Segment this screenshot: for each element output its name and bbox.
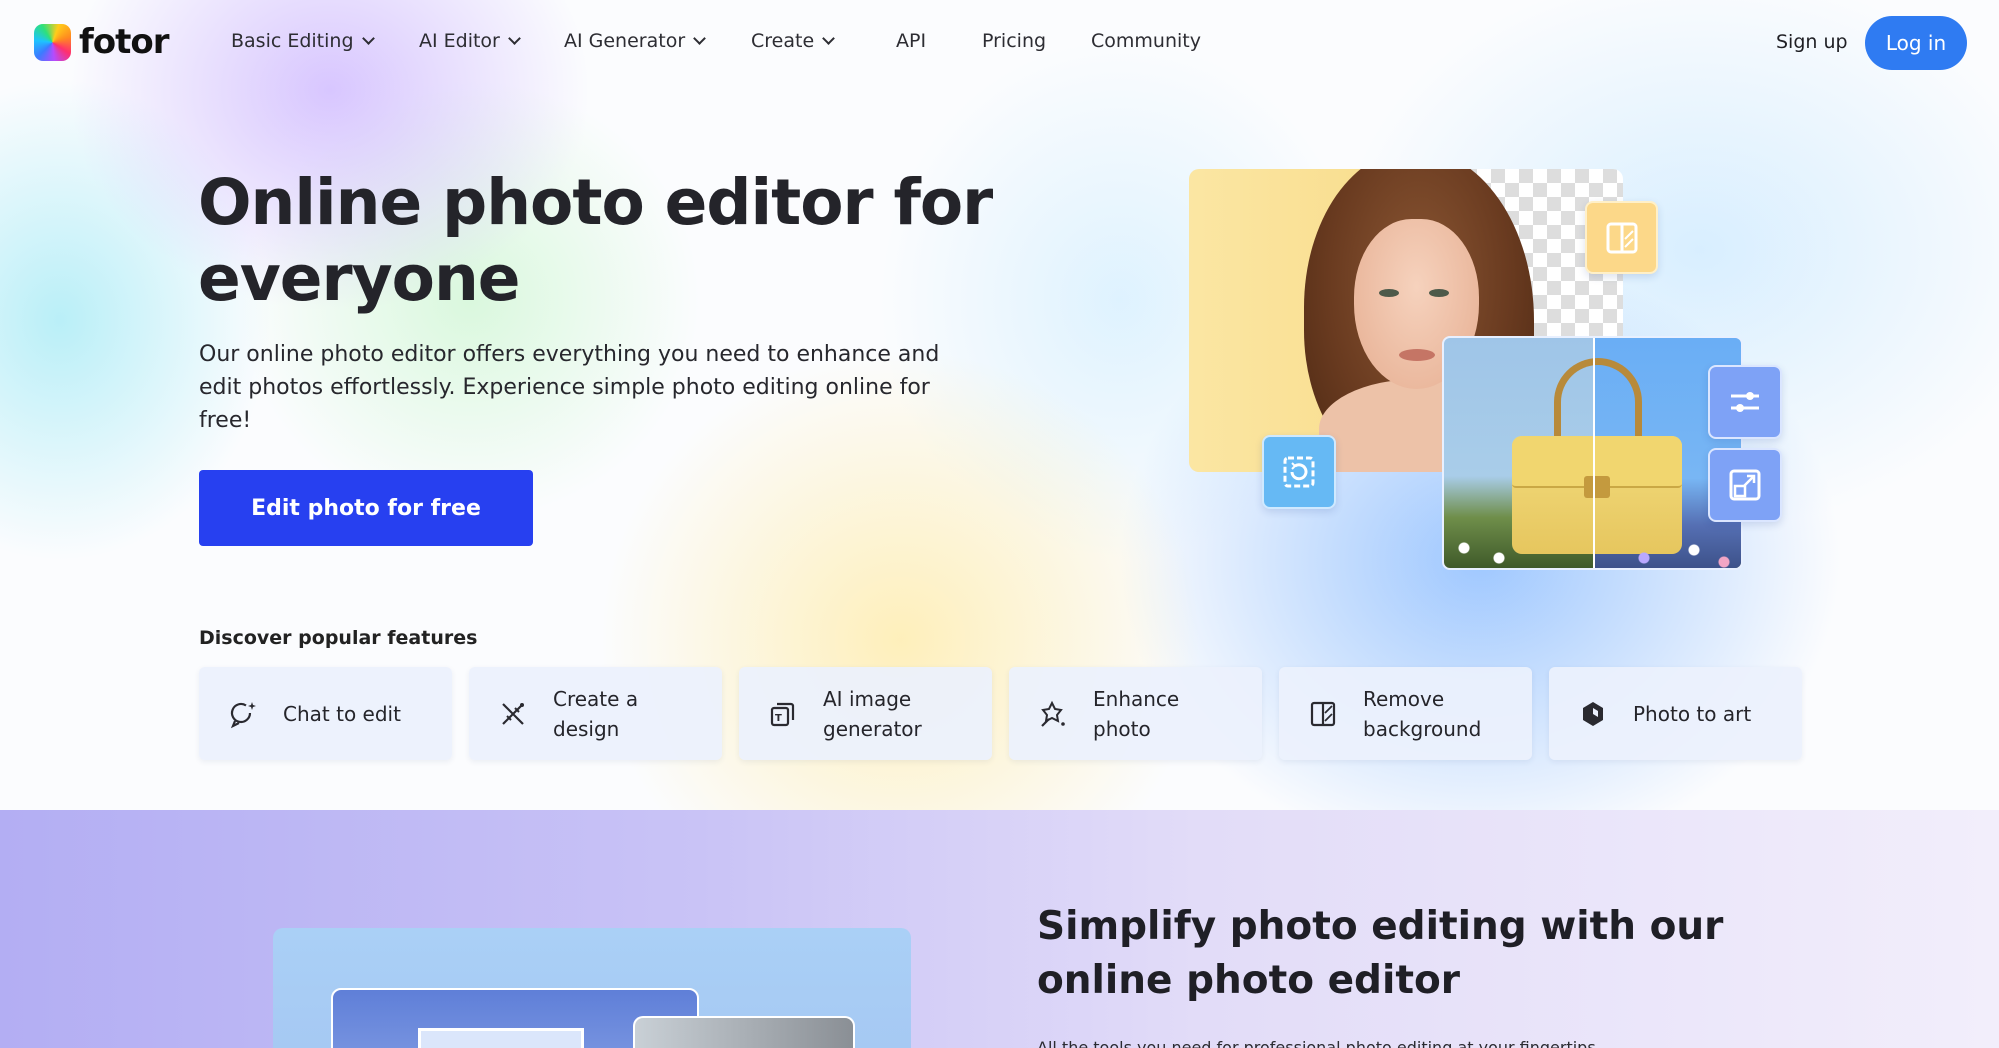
nav-item-label: API [896, 30, 927, 52]
logo-text: fotor [79, 22, 170, 62]
logo-mark-icon [34, 23, 71, 61]
feature-label: Create a design [553, 686, 639, 741]
feature-card-ai-image-generator[interactable]: T AI image generator [739, 667, 992, 760]
remove-background-icon [1307, 698, 1339, 730]
chevron-down-icon [693, 32, 706, 45]
simplify-section: Simplify photo editing with our online p… [0, 810, 1999, 1048]
chevron-down-icon [508, 32, 521, 45]
nav-item-label: Community [1091, 30, 1201, 52]
compare-split-line [1593, 338, 1595, 568]
chevron-down-icon [361, 32, 375, 45]
nav-item-pricing[interactable]: Pricing [982, 30, 1046, 52]
nav-item-label: AI Editor [419, 30, 500, 52]
nav-item-api[interactable]: API [896, 30, 926, 52]
feature-card-chat-to-edit[interactable]: Chat to edit [199, 667, 452, 760]
edit-photo-for-free-button[interactable]: Edit photo for free [199, 470, 533, 546]
page: fotor Basic Editing AI Editor AI Generat… [0, 0, 1999, 1048]
discover-features-heading: Discover popular features [199, 627, 478, 649]
section-title: Simplify photo editing with our online p… [1037, 904, 1724, 1003]
log-in-button[interactable]: Log in [1865, 16, 1967, 70]
feature-card-create-a-design[interactable]: Create a design [469, 667, 722, 760]
nav-item-label: Create [751, 30, 815, 52]
nav-item-ai-generator[interactable]: AI Generator [564, 30, 706, 52]
nav-item-label: Basic Editing [231, 30, 354, 52]
magic-enhance-icon [1037, 698, 1069, 730]
nav-item-create[interactable]: Create [751, 30, 836, 52]
rotate-crop-icon [1262, 435, 1336, 509]
feature-label: AI image generator [823, 686, 922, 741]
feature-card-photo-to-art[interactable]: Photo to art [1549, 667, 1802, 760]
nav-item-community[interactable]: Community [1091, 30, 1201, 52]
feature-label: Enhance photo [1093, 686, 1180, 741]
feature-card-enhance-photo[interactable]: Enhance photo [1009, 667, 1262, 760]
chevron-down-icon [822, 32, 836, 45]
portrait-lips [1399, 349, 1435, 361]
editor-preview-card [273, 928, 911, 1048]
editor-preview-thumbnail [418, 1028, 584, 1048]
compare-icon [1585, 201, 1658, 274]
section-subtitle: All the tools you need for professional … [1037, 1038, 1596, 1048]
adjust-sliders-icon [1708, 365, 1782, 439]
fotor-logo[interactable]: fotor [34, 22, 170, 62]
editor-preview-photo [633, 1016, 855, 1048]
resize-icon [1708, 448, 1782, 522]
portrait-eye [1429, 289, 1449, 297]
nav-item-ai-editor[interactable]: AI Editor [419, 30, 521, 52]
svg-text:T: T [775, 713, 782, 724]
photo-to-art-icon [1577, 698, 1609, 730]
design-tools-icon [497, 698, 529, 730]
feature-label: Photo to art [1633, 701, 1752, 726]
hero-title: Online photo editor for everyone [198, 166, 993, 315]
feature-cards: Chat to edit Create a design T AI image … [199, 667, 1802, 761]
feature-label: Remove background [1363, 686, 1482, 741]
ai-image-icon: T [767, 698, 799, 730]
portrait-eye [1379, 289, 1399, 297]
top-nav: fotor Basic Editing AI Editor AI Generat… [0, 0, 1999, 86]
chat-sparkle-icon [227, 698, 259, 730]
sign-up-link[interactable]: Sign up [1776, 31, 1848, 53]
feature-card-remove-background[interactable]: Remove background [1279, 667, 1532, 760]
hero-section: fotor Basic Editing AI Editor AI Generat… [0, 0, 1999, 810]
bag-clasp [1584, 476, 1610, 498]
nav-item-label: AI Generator [564, 30, 686, 52]
nav-item-basic-editing[interactable]: Basic Editing [231, 30, 375, 52]
hero-description: Our online photo editor offers everythin… [199, 342, 940, 433]
feature-label: Chat to edit [283, 701, 401, 726]
nav-item-label: Pricing [982, 30, 1047, 52]
hero-illustration [1187, 148, 1787, 578]
handbag-photo [1442, 336, 1743, 570]
